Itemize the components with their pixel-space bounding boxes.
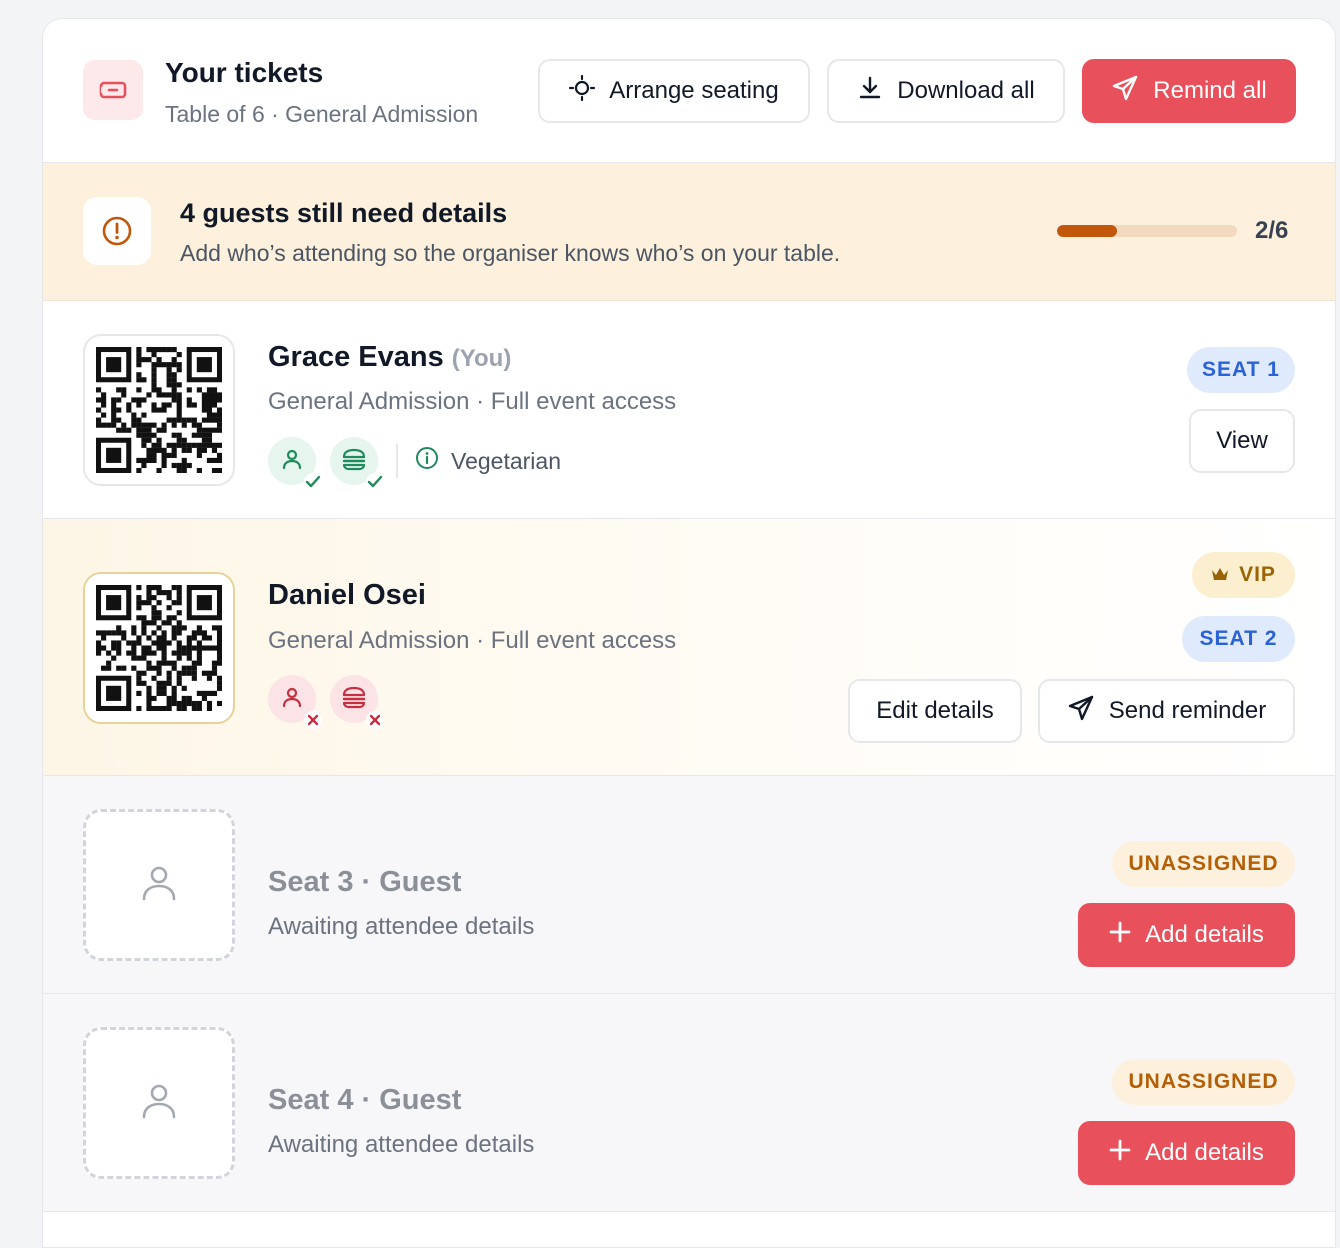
details-progress-fill [1057, 225, 1117, 237]
edit-details-label: Edit details [876, 697, 994, 724]
person-placeholder-icon [138, 1080, 180, 1127]
ticket-placeholder [83, 809, 235, 961]
food-icon [341, 685, 367, 714]
qr-code[interactable] [83, 572, 235, 724]
tickets-card: Your tickets Table of 6 · General Admiss… [42, 18, 1336, 1248]
qr-code[interactable] [83, 334, 235, 486]
check-icon [366, 473, 384, 491]
send-reminder-label: Send reminder [1108, 697, 1267, 724]
ticket-row: Daniel Osei General Admission · Full eve… [43, 519, 1335, 776]
you-tag: (You) [451, 345, 512, 372]
plus-icon [1109, 921, 1131, 950]
banner-subtitle: Add who’s attending so the organiser kno… [180, 240, 841, 266]
remind-all-label: Remind all [1153, 77, 1267, 104]
profile-missing-status [268, 675, 322, 729]
unassigned-badge: UNASSIGNED [1112, 841, 1295, 887]
attendee-name: Grace Evans (You) [268, 341, 512, 373]
guest-status-text: Awaiting attendee details [268, 913, 535, 940]
x-icon [304, 711, 322, 729]
attendee-name: Daniel Osei [268, 579, 426, 611]
alert-circle-icon [83, 197, 151, 265]
info-icon [415, 446, 439, 476]
download-all-button[interactable]: Download all [827, 59, 1065, 123]
send-icon [1067, 694, 1095, 729]
ticket-row: Grace Evans (You) General Admission · Fu… [43, 301, 1335, 519]
unassigned-badge: UNASSIGNED [1112, 1059, 1295, 1105]
send-reminder-button[interactable]: Send reminder [1038, 679, 1295, 743]
vip-badge: VIP [1192, 552, 1295, 598]
plus-icon [1109, 1139, 1131, 1168]
page-subtitle: Table of 6 · General Admission [165, 101, 479, 127]
person-placeholder-icon [138, 862, 180, 909]
dietary-label: Vegetarian [451, 447, 561, 474]
dietary-note: Vegetarian [415, 446, 561, 476]
profile-complete-status [268, 437, 322, 491]
crown-icon [1211, 563, 1229, 587]
user-icon [280, 685, 304, 714]
download-icon [857, 75, 883, 108]
divider [396, 444, 398, 478]
ticket-description: General Admission · Full event access [268, 388, 677, 415]
add-details-button[interactable]: Add details [1078, 1121, 1295, 1185]
meal-complete-status [330, 437, 384, 491]
check-icon [304, 473, 322, 491]
target-icon [569, 74, 596, 108]
seat-badge: SEAT 1 [1187, 347, 1295, 393]
download-all-label: Download all [897, 77, 1035, 104]
ticket-row: Seat 4 · Guest Awaiting attendee details… [43, 994, 1335, 1212]
view-ticket-button[interactable]: View [1189, 409, 1295, 473]
page-title: Your tickets [165, 57, 324, 88]
missing-details-banner: 4 guests still need details Add who’s at… [43, 163, 1335, 301]
edit-details-button[interactable]: Edit details [848, 679, 1022, 743]
ticket-description: General Admission · Full event access [268, 627, 677, 654]
banner-title: 4 guests still need details [180, 198, 508, 228]
guest-status-text: Awaiting attendee details [268, 1131, 535, 1158]
details-progress-count: 2/6 [1255, 217, 1289, 244]
add-details-label: Add details [1145, 1139, 1264, 1166]
vip-label: VIP [1239, 563, 1276, 586]
remind-all-button[interactable]: Remind all [1082, 59, 1296, 123]
ticket-placeholder [83, 1027, 235, 1179]
x-icon [366, 711, 384, 729]
meal-missing-status [330, 675, 384, 729]
view-label: View [1216, 427, 1268, 454]
ticket-row: Seat 3 · Guest Awaiting attendee details… [43, 776, 1335, 994]
add-details-label: Add details [1145, 921, 1264, 948]
details-progress-bar [1057, 225, 1237, 237]
food-icon [341, 447, 367, 476]
send-icon [1111, 74, 1139, 109]
ticket-icon [83, 60, 143, 120]
seat-badge: SEAT 2 [1182, 616, 1295, 662]
arrange-seating-button[interactable]: Arrange seating [538, 59, 810, 123]
arrange-seating-label: Arrange seating [609, 77, 779, 104]
guest-name: Seat 3 · Guest [268, 866, 462, 898]
guest-name: Seat 4 · Guest [268, 1084, 462, 1116]
user-icon [280, 447, 304, 476]
add-details-button[interactable]: Add details [1078, 903, 1295, 967]
tickets-header: Your tickets Table of 6 · General Admiss… [43, 19, 1335, 163]
